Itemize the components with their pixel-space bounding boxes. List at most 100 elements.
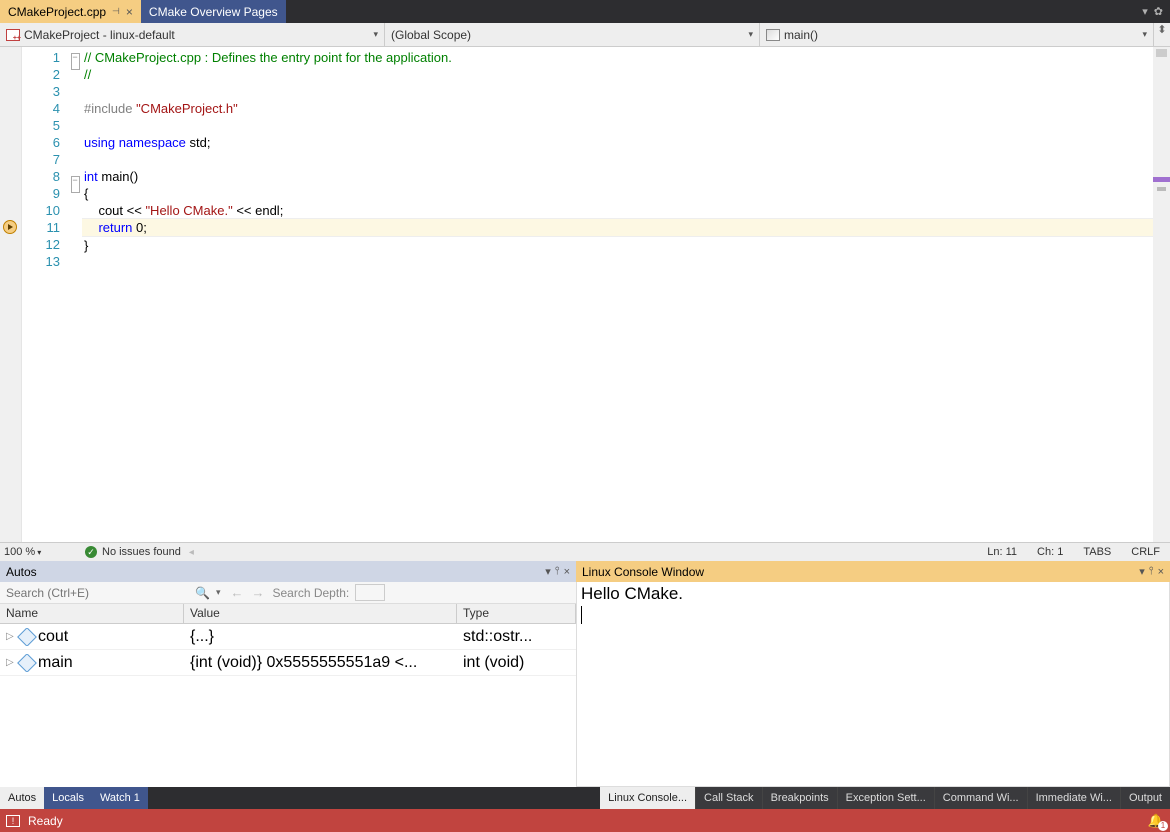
bottom-tab-strip: AutosLocalsWatch 1 Linux Console...Call …	[0, 787, 1170, 809]
issues-label: No issues found	[102, 546, 181, 558]
eol-indicator[interactable]: CRLF	[1131, 546, 1160, 558]
code-line[interactable]	[82, 151, 1153, 168]
col-name[interactable]: Name	[0, 604, 184, 623]
pin-icon[interactable]: ⫯	[555, 565, 560, 578]
var-value[interactable]: {...}	[184, 628, 457, 646]
fold-toggle[interactable]: −	[71, 176, 80, 193]
execution-pointer-icon[interactable]	[3, 220, 17, 234]
code-line[interactable]	[82, 83, 1153, 100]
scrollbar-thumb[interactable]	[1156, 49, 1167, 57]
bottom-tab[interactable]: Exception Sett...	[838, 787, 934, 809]
nav-right-icon[interactable]: →	[251, 585, 264, 600]
line-indicator[interactable]: Ln: 11	[987, 546, 1017, 558]
autos-title-bar[interactable]: Autos ▾ ⫯ ×	[0, 561, 576, 582]
zoom-dropdown[interactable]: 100 % ▾	[0, 546, 55, 558]
close-icon[interactable]: ×	[564, 566, 570, 578]
split-window-button[interactable]: ⬍	[1154, 23, 1170, 46]
code-editor[interactable]: 12345678910111213 −− // CMakeProject.cpp…	[0, 47, 1170, 542]
code-line[interactable]	[82, 254, 1153, 271]
code-line[interactable]: int main()	[82, 168, 1153, 185]
fold-toggle[interactable]: −	[71, 53, 80, 70]
line-number-gutter: 12345678910111213	[22, 47, 68, 542]
code-line[interactable]: }	[82, 237, 1153, 254]
console-text: Hello CMake.	[581, 584, 683, 603]
autos-row[interactable]: ▷cout{...}std::ostr...	[0, 624, 576, 650]
document-tabs: CMakeProject.cpp ⊣ × CMake Overview Page…	[0, 0, 1170, 23]
indent-indicator[interactable]: TABS	[1083, 546, 1111, 558]
nav-left-icon[interactable]: ◂	[189, 547, 194, 558]
code-line[interactable]	[82, 117, 1153, 134]
col-type[interactable]: Type	[457, 604, 576, 623]
method-icon	[766, 29, 780, 41]
dropdown-icon[interactable]: ▾	[1142, 5, 1148, 18]
issues-indicator[interactable]: ✓ No issues found	[85, 546, 181, 558]
dropdown-icon[interactable]: ▾	[1139, 565, 1145, 578]
config-dropdown[interactable]: CMakeProject - linux-default ▾	[0, 23, 385, 46]
code-line[interactable]: using namespace std;	[82, 134, 1153, 151]
close-icon[interactable]: ×	[1158, 566, 1164, 578]
gear-icon[interactable]: ✿	[1154, 5, 1163, 18]
autos-search-input[interactable]	[0, 583, 195, 603]
console-title-bar[interactable]: Linux Console Window ▾ ⫯ ×	[576, 561, 1170, 582]
variable-icon	[17, 654, 37, 672]
dropdown-icon[interactable]: ▾	[545, 565, 551, 578]
var-value[interactable]: {int (void)} 0x5555555551a9 <...	[184, 654, 457, 672]
tab-cmake-overview[interactable]: CMake Overview Pages	[141, 0, 286, 23]
code-line[interactable]: {	[82, 185, 1153, 202]
depth-label: Search Depth:	[272, 586, 349, 600]
editor-status-bar: 100 % ▾ ✓ No issues found ◂ Ln: 11 Ch: 1…	[0, 542, 1170, 561]
tab-active-file[interactable]: CMakeProject.cpp ⊣ ×	[0, 0, 141, 23]
var-name: main	[38, 654, 73, 672]
status-bar: ! Ready 🔔1	[0, 809, 1170, 832]
col-value[interactable]: Value	[184, 604, 457, 623]
col-indicator[interactable]: Ch: 1	[1037, 546, 1063, 558]
autos-search-row: 🔍 ▾ ← → Search Depth:	[0, 582, 576, 604]
bottom-tab[interactable]: Immediate Wi...	[1028, 787, 1120, 809]
expand-icon[interactable]: ▷	[6, 657, 16, 668]
autos-grid-body[interactable]: ▷cout{...}std::ostr...▷main{int (void)} …	[0, 624, 576, 787]
nav-left-icon[interactable]: ←	[230, 585, 243, 600]
code-line[interactable]: return 0;	[82, 218, 1153, 237]
chevron-down-icon[interactable]: ▾	[216, 587, 227, 598]
notifications-icon[interactable]: 🔔1	[1148, 813, 1164, 829]
fold-column[interactable]: −−	[68, 47, 82, 542]
bottom-tab-autos[interactable]: Autos	[0, 787, 44, 809]
bottom-tab[interactable]: Call Stack	[696, 787, 762, 809]
autos-row[interactable]: ▷main{int (void)} 0x5555555551a9 <...int…	[0, 650, 576, 676]
expand-icon[interactable]: ▷	[6, 631, 16, 642]
code-line[interactable]: cout << "Hello CMake." << endl;	[82, 202, 1153, 219]
var-type: std::ostr...	[457, 628, 576, 646]
bottom-tab[interactable]: Breakpoints	[763, 787, 837, 809]
bottom-tab-locals[interactable]: Locals	[44, 787, 92, 809]
bottom-tab[interactable]: Command Wi...	[935, 787, 1027, 809]
chevron-down-icon: ▾	[1142, 29, 1147, 40]
search-icon[interactable]: 🔍	[195, 586, 216, 600]
linux-console-panel: Linux Console Window ▾ ⫯ × Hello CMake.	[576, 561, 1170, 787]
pin-icon[interactable]: ⊣	[112, 6, 120, 17]
navigation-bar: CMakeProject - linux-default ▾ (Global S…	[0, 23, 1170, 47]
depth-dropdown[interactable]	[355, 584, 385, 601]
code-line[interactable]: #include "CMakeProject.h"	[82, 100, 1153, 117]
bottom-tab[interactable]: Output	[1121, 787, 1170, 809]
code-line[interactable]: // CMakeProject.cpp : Defines the entry …	[82, 49, 1153, 66]
code-content[interactable]: // CMakeProject.cpp : Defines the entry …	[82, 47, 1153, 542]
scope-dropdown[interactable]: (Global Scope) ▾	[385, 23, 760, 46]
text-cursor	[581, 606, 582, 624]
zoom-label: 100 %	[4, 546, 35, 558]
autos-panel: Autos ▾ ⫯ × 🔍 ▾ ← → Search Depth: Name V…	[0, 561, 576, 787]
close-icon[interactable]: ×	[126, 5, 133, 19]
chevron-down-icon: ▾	[37, 548, 41, 557]
config-label: CMakeProject - linux-default	[24, 28, 175, 42]
function-dropdown[interactable]: main() ▾	[760, 23, 1154, 46]
error-list-icon[interactable]: !	[6, 815, 20, 827]
bottom-tab[interactable]: Linux Console...	[600, 787, 695, 809]
panel-title: Linux Console Window	[582, 565, 704, 579]
bottom-tab-watch-1[interactable]: Watch 1	[92, 787, 148, 809]
vertical-scrollbar[interactable]	[1153, 47, 1170, 542]
pin-icon[interactable]: ⫯	[1149, 565, 1154, 578]
console-output[interactable]: Hello CMake.	[576, 582, 1170, 787]
code-line[interactable]: //	[82, 66, 1153, 83]
breakpoint-margin[interactable]	[0, 47, 22, 542]
notification-count: 1	[1158, 821, 1168, 831]
status-text: Ready	[28, 814, 63, 828]
